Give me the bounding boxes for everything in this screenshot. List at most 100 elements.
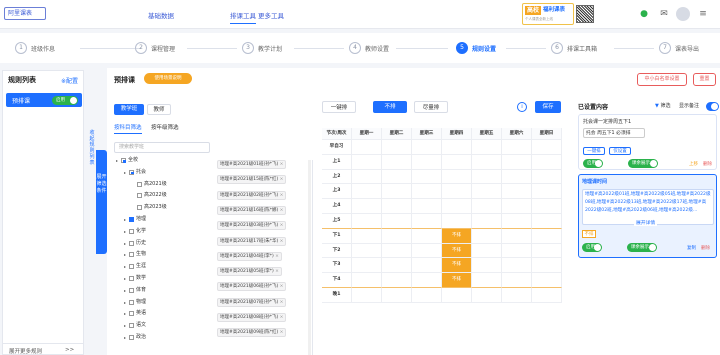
grid-cell[interactable] (442, 169, 472, 185)
grid-cell[interactable] (382, 288, 412, 303)
grid-cell[interactable] (502, 258, 532, 274)
grid-cell[interactable] (412, 140, 442, 155)
tree-checkbox[interactable] (129, 276, 134, 281)
tree-node[interactable]: ▸ 化学 (124, 227, 146, 236)
grid-cell[interactable] (412, 258, 442, 274)
whitelist-settings-button[interactable]: 中小白名单设置 (637, 73, 687, 86)
menu-icon[interactable]: ≡ (697, 9, 709, 20)
class-chip[interactable]: 地理#高2021级02班(孙*飞) × (217, 190, 287, 200)
tree-checkbox[interactable] (137, 181, 142, 187)
grid-cell[interactable] (532, 214, 562, 229)
tree-checkbox[interactable] (129, 299, 134, 305)
tree-node[interactable]: ▸ 地理 (124, 215, 146, 224)
tree-checkbox[interactable] (137, 205, 142, 211)
grid-cell[interactable] (412, 288, 442, 303)
grid-cell[interactable] (412, 154, 442, 170)
grid-cell[interactable] (442, 214, 472, 229)
grid-cell[interactable] (532, 228, 562, 244)
grid-cell[interactable] (352, 258, 382, 274)
class-search-input[interactable]: 搜索教学班 (114, 142, 210, 153)
nav-more-tools[interactable]: 更多工具 (258, 10, 284, 20)
step-export-schedule[interactable]: 7 课表导出 (659, 40, 699, 56)
grid-cell[interactable] (472, 214, 502, 229)
delete-link[interactable]: 删除 (703, 161, 712, 167)
tree-node[interactable]: ▸ 全校 (116, 156, 138, 165)
grid-cell[interactable] (472, 169, 502, 185)
tab-filter-by-grade[interactable]: 按年级筛选 (151, 123, 179, 131)
class-chip[interactable]: 地理#高2021级01班(孙*飞) × (217, 160, 287, 169)
grid-cell[interactable] (352, 169, 382, 185)
no-arrange-button[interactable]: 不排 (373, 101, 407, 113)
grid-cell-selected[interactable]: 不排 (442, 273, 472, 288)
nav-basic-data[interactable]: 基础数据 (148, 10, 174, 20)
close-icon[interactable]: × (274, 254, 279, 259)
wechat-icon[interactable]: ● (638, 9, 650, 20)
grid-cell[interactable] (382, 140, 412, 155)
one-click-arrange-small-button[interactable]: 一键排 (583, 147, 605, 155)
grid-cell[interactable] (502, 273, 532, 288)
collapse-rule-list[interactable]: 收起规则列表 (88, 130, 96, 180)
grid-cell[interactable] (532, 169, 562, 185)
grid-cell[interactable] (532, 288, 562, 303)
grid-cell[interactable] (352, 243, 382, 259)
tree-node[interactable]: ▸ 数学 (124, 274, 146, 283)
class-chip[interactable]: 地理#高2021级05班(李*) × (217, 267, 282, 277)
class-chip[interactable]: 地理#高2021级03班(孙*飞) × (217, 221, 287, 231)
grid-cell[interactable] (352, 140, 382, 155)
grid-cell[interactable] (412, 273, 442, 288)
rule-card-selected[interactable]: 地理课时间 地理#高2022级01班,地理#高2022级05班,地理#高2022… (578, 174, 717, 258)
info-icon[interactable]: i (517, 102, 527, 112)
close-icon[interactable]: × (278, 223, 284, 228)
grid-cell[interactable] (532, 273, 562, 288)
class-chip[interactable]: 地理#高2021级17班(朱*华) × (217, 236, 287, 246)
grid-cell[interactable] (442, 199, 472, 214)
close-icon[interactable]: × (274, 269, 279, 274)
close-icon[interactable]: × (278, 239, 284, 244)
grid-cell[interactable] (502, 199, 532, 214)
rule-enable-toggle[interactable]: 启用 (52, 95, 78, 105)
grid-cell-selected[interactable]: 不排 (442, 258, 472, 274)
tree-checkbox[interactable] (129, 287, 134, 293)
grid-cell[interactable] (352, 288, 382, 303)
reset-button[interactable]: 重置 (693, 73, 716, 86)
rule-enable-toggle[interactable]: 启用 (583, 159, 603, 168)
filter-button[interactable]: ▼ 筛选 (655, 102, 670, 109)
step-rule-settings[interactable]: 5 规则设置 (456, 40, 496, 56)
rule-item-prearrange[interactable]: 预排课 启用 (6, 93, 82, 107)
grid-cell[interactable] (382, 199, 412, 214)
tree-checkbox[interactable] (129, 228, 134, 234)
tree-checkbox[interactable] (129, 264, 134, 270)
grid-cell[interactable] (472, 258, 502, 274)
tree-node[interactable]: 高2023级 (132, 203, 167, 212)
grid-cell[interactable] (442, 154, 472, 170)
tab-teaching-class[interactable]: 教学班 (114, 104, 144, 115)
tab-teacher[interactable]: 教师 (147, 104, 171, 115)
grid-cell[interactable] (382, 258, 412, 274)
grid-cell[interactable] (382, 228, 412, 244)
class-chip[interactable]: 地理#高2021级15班(陈*红) × (217, 175, 287, 185)
grid-cell-selected[interactable]: 不排 (442, 243, 472, 259)
tree-node[interactable]: ▸ 政治 (124, 333, 146, 342)
grid-cell[interactable] (472, 140, 502, 155)
close-icon[interactable]: × (278, 284, 284, 289)
close-icon[interactable]: × (278, 193, 284, 198)
tab-filter-by-subject[interactable]: 按科目筛选 (114, 123, 142, 134)
grid-cell[interactable] (472, 273, 502, 288)
grid-cell[interactable] (472, 228, 502, 244)
class-chip[interactable]: 地理#高2021级04班(李*) × (217, 251, 282, 261)
tree-node[interactable]: ▸ 体育 (124, 286, 146, 295)
rule-enable-toggle[interactable]: 启用 (582, 243, 602, 252)
close-icon[interactable]: × (278, 177, 284, 182)
grid-cell[interactable] (532, 243, 562, 259)
tree-checkbox[interactable] (137, 193, 142, 199)
tree-node[interactable]: ▸ 生物 (124, 250, 146, 259)
avatar[interactable] (676, 7, 690, 21)
grid-cell[interactable] (442, 184, 472, 200)
tree-checkbox[interactable] (129, 311, 134, 317)
grid-cell[interactable] (532, 154, 562, 170)
tree-checkbox[interactable] (129, 217, 134, 222)
scrollbar[interactable] (308, 160, 311, 355)
grid-cell[interactable] (472, 243, 502, 259)
tree-node[interactable]: ▸ 生涯 (124, 262, 146, 271)
tree-checkbox[interactable] (129, 169, 134, 175)
